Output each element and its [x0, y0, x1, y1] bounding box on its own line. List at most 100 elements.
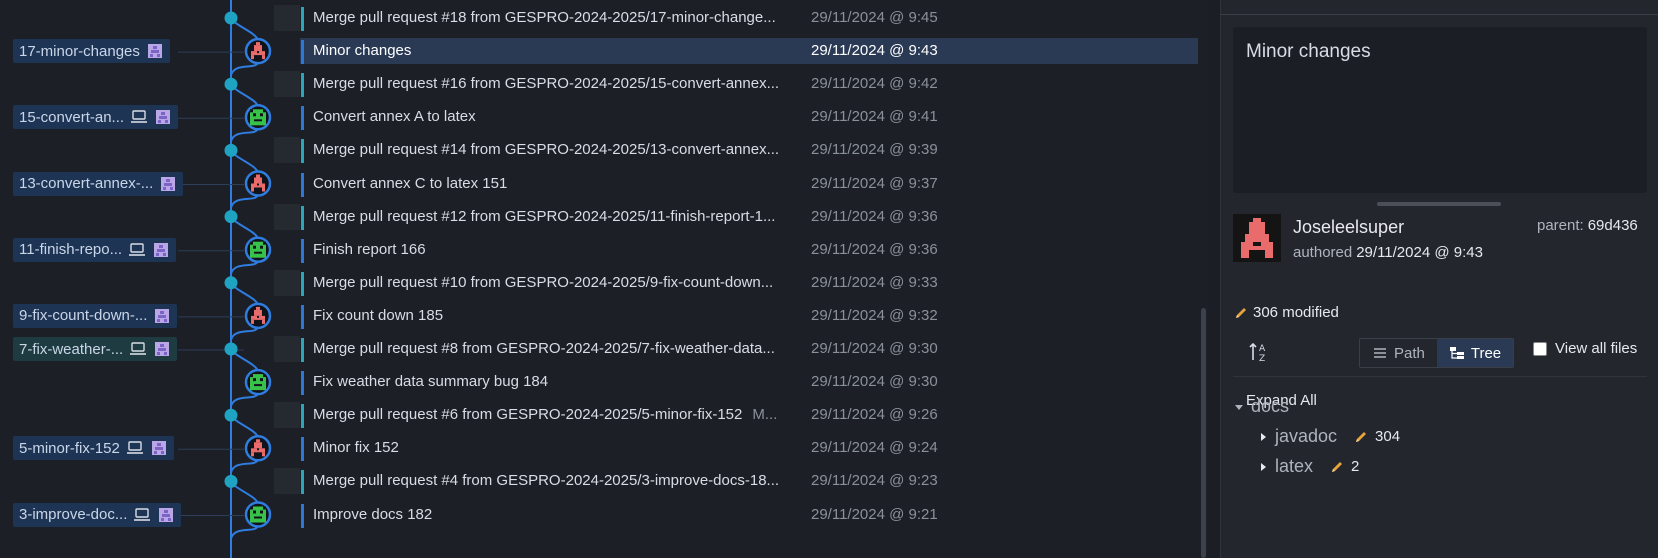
green-avatar-icon — [244, 104, 272, 131]
merge-stub — [274, 402, 300, 429]
commit-row[interactable]: Finish report 166 29/11/2024 @ 9:36 — [300, 237, 1206, 263]
commit-date: 29/11/2024 @ 9:24 — [811, 439, 938, 457]
authored-line: authored 29/11/2024 @ 9:43 — [1293, 244, 1483, 261]
commit-bar — [301, 106, 304, 131]
commit-date: 29/11/2024 @ 9:43 — [811, 42, 938, 60]
resize-handle[interactable] — [1377, 202, 1501, 206]
remote-avatar-icon — [153, 341, 171, 357]
commit-message-text: Merge pull request #4 from GESPRO-2024-2… — [313, 472, 780, 490]
commit-message-box[interactable]: Minor changes — [1233, 27, 1647, 193]
commit-row[interactable]: Merge pull request #12 from GESPRO-2024-… — [274, 203, 1206, 230]
commit-message-text: Finish report 166 — [313, 240, 426, 258]
commit-message: Fix weather data summary bug 184 — [313, 373, 808, 390]
commit-date: 29/11/2024 @ 9:33 — [811, 273, 938, 291]
commit-message-text: Merge pull request #12 from GESPRO-2024-… — [313, 207, 776, 225]
commit-date: 29/11/2024 @ 9:45 — [811, 9, 938, 26]
commit-row[interactable]: Merge pull request #8 from GESPRO-2024-2… — [274, 336, 1206, 362]
commit-message-text: Minor fix 152 — [313, 439, 399, 457]
tree-node-docs[interactable]: docs — [1233, 396, 1289, 417]
branch-label[interactable]: 11-finish-repo... — [13, 237, 177, 262]
commit-row[interactable]: Merge pull request #6 from GESPRO-2024-2… — [274, 402, 1206, 429]
modified-count: 304 — [1375, 428, 1401, 445]
sort-az-icon[interactable]: A Z — [1247, 340, 1269, 364]
commit-row[interactable]: Fix weather data summary bug 184 29/11/20… — [300, 369, 1206, 396]
commit-graph-panel: Merge pull request #18 from GESPRO-2024-… — [0, 0, 1208, 558]
merge-node — [224, 210, 238, 224]
commit-message-text: Merge pull request #6 from GESPRO-2024-2… — [313, 406, 743, 424]
commit-message-text: Fix count down 185 — [313, 306, 444, 324]
commit-message: Finish report 166 — [313, 241, 808, 258]
commit-row[interactable]: Convert annex A to latex 29/11/2024 @ 9:4… — [300, 104, 1206, 131]
merge-node — [224, 276, 238, 290]
author-name: Joseleelsuper — [1293, 217, 1405, 237]
commit-message: Fix count down 185 — [313, 307, 808, 324]
commit-message: Merge pull request #4 from GESPRO-2024-2… — [313, 472, 808, 489]
commit-message: Merge pull request #12 from GESPRO-2024-… — [313, 208, 808, 225]
branch-label[interactable]: 13-convert-annex-... — [13, 171, 184, 196]
commit-message: Merge pull request #14 from GESPRO-2024-… — [313, 141, 808, 158]
commit-bar — [301, 404, 304, 429]
caret-right-icon[interactable] — [1257, 461, 1269, 473]
commit-message: Convert annex C to latex 151 — [313, 175, 808, 192]
branch-label[interactable]: 9-fix-count-down-... — [13, 303, 178, 328]
path-view-button[interactable]: Path — [1360, 339, 1437, 367]
commit-row[interactable]: Merge pull request #4 from GESPRO-2024-2… — [274, 468, 1206, 495]
branch-label[interactable]: 3-improve-doc... — [13, 502, 182, 527]
modified-count-badge: 304 — [1353, 428, 1400, 445]
list-icon — [1372, 345, 1388, 361]
branch-name: 17-minor-changes — [19, 42, 140, 60]
commit-row[interactable]: Merge pull request #18 from GESPRO-2024-… — [274, 5, 1206, 31]
svg-text:Z: Z — [1259, 354, 1265, 364]
commit-bar — [301, 470, 304, 495]
commit-row[interactable]: Merge pull request #14 from GESPRO-2024-… — [274, 137, 1206, 164]
commit-row[interactable]: Convert annex C to latex 151 29/11/2024 @… — [300, 171, 1206, 197]
commit-message: Minor fix 152 — [313, 439, 808, 456]
commit-bar — [301, 338, 304, 362]
commit-date: 29/11/2024 @ 9:23 — [811, 472, 938, 490]
tree-node-javadoc[interactable]: javadoc 304 — [1257, 426, 1400, 447]
commit-row[interactable]: Merge pull request #10 from GESPRO-2024-… — [274, 269, 1206, 296]
scrollbar-thumb[interactable] — [1201, 308, 1206, 558]
commit-date: 29/11/2024 @ 9:30 — [811, 340, 938, 357]
commit-date: 29/11/2024 @ 9:39 — [811, 141, 938, 159]
checkbox[interactable] — [1533, 341, 1547, 356]
svg-text:A: A — [1259, 344, 1266, 354]
caret-right-icon[interactable] — [1257, 431, 1269, 443]
branch-label[interactable]: 5-minor-fix-152 — [13, 436, 174, 461]
commit-row[interactable]: Fix count down 185 29/11/2024 @ 9:32 — [300, 303, 1206, 329]
commit-row[interactable]: Improve docs 182 29/11/2024 @ 9:21 — [300, 502, 1206, 528]
tree-node-latex[interactable]: latex 2 — [1257, 456, 1359, 477]
merge-stub — [274, 71, 300, 98]
pencil-icon — [1353, 429, 1369, 445]
divider — [1221, 14, 1658, 15]
commit-message: Merge pull request #16 from GESPRO-2024-… — [313, 75, 808, 92]
merge-node — [224, 474, 238, 488]
commit-bar — [301, 304, 304, 329]
commit-date: 29/11/2024 @ 9:30 — [811, 373, 938, 391]
branch-label[interactable]: 15-convert-an... — [13, 105, 179, 130]
commit-date: 29/11/2024 @ 9:36 — [811, 240, 938, 258]
merge-stub — [274, 468, 300, 495]
view-all-files-checkbox[interactable]: View all files — [1533, 340, 1637, 357]
commit-row[interactable]: Merge pull request #16 from GESPRO-2024-… — [274, 71, 1206, 98]
commit-message-text: Convert annex A to latex — [313, 108, 476, 126]
caret-down-icon[interactable] — [1233, 401, 1245, 413]
commit-message: Merge pull request #6 from GESPRO-2024-2… — [313, 406, 808, 423]
view-mode-toggle: Path Tree — [1359, 338, 1515, 368]
branch-label[interactable]: 17-minor-changes — [13, 39, 170, 64]
merge-node — [224, 11, 238, 25]
tree-view-button[interactable]: Tree — [1436, 339, 1514, 367]
commit-row[interactable]: Minor changes 29/11/2024 @ 9:43 — [300, 38, 1206, 65]
commit-date: 29/11/2024 @ 9:37 — [811, 174, 938, 192]
commit-message-text: Merge pull request #14 from GESPRO-2024-… — [313, 141, 780, 159]
parent-sha-link[interactable]: 69d436 — [1588, 217, 1638, 234]
commit-graph — [178, 0, 272, 558]
commit-row[interactable]: Minor fix 152 29/11/2024 @ 9:24 — [300, 435, 1206, 462]
author-avatar — [1233, 214, 1281, 262]
authored-date: 29/11/2024 @ 9:43 — [1356, 244, 1483, 261]
commit-bar — [301, 238, 304, 263]
branch-label[interactable]: 7-fix-weather-... — [13, 337, 178, 361]
merge-stub — [274, 137, 300, 164]
merge-stub — [274, 336, 300, 362]
commit-date: 29/11/2024 @ 9:41 — [811, 108, 938, 126]
